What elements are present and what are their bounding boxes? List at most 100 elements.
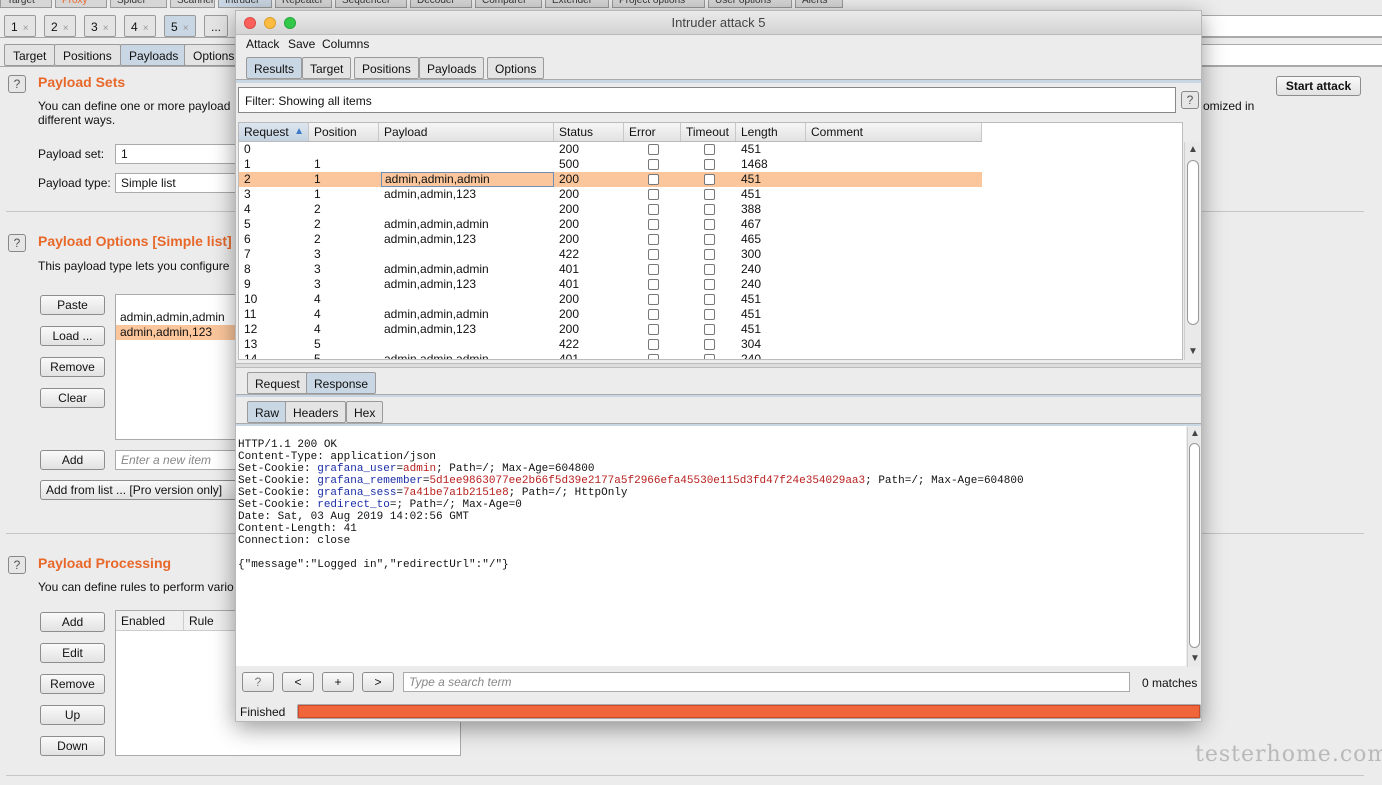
tab-positions[interactable]: Positions (354, 57, 419, 79)
paste-button[interactable]: Paste (40, 295, 105, 315)
search-previous-button[interactable]: < (282, 672, 314, 692)
tab-positions[interactable]: Positions (54, 44, 121, 66)
add-item-button[interactable]: Add (40, 450, 105, 470)
scroll-up-icon[interactable]: ▲ (1190, 428, 1200, 439)
error-checkbox[interactable] (648, 159, 659, 170)
tab-response[interactable]: Response (306, 372, 377, 394)
close-icon[interactable]: × (103, 23, 109, 34)
main-tab-intruder[interactable]: Intruder (218, 0, 272, 8)
error-checkbox[interactable] (648, 219, 659, 230)
main-tab-project-options[interactable]: Project options (612, 0, 705, 8)
error-checkbox[interactable] (648, 204, 659, 215)
zoom-window-icon[interactable] (284, 17, 296, 29)
timeout-checkbox[interactable] (704, 189, 715, 200)
processing-edit-button[interactable]: Edit (40, 643, 105, 663)
menu-save[interactable]: Save (288, 37, 315, 51)
processing-down-button[interactable]: Down (40, 736, 105, 756)
table-row[interactable]: 12 4 admin,admin,123 200 451 (239, 322, 982, 337)
timeout-checkbox[interactable] (704, 354, 715, 359)
error-checkbox[interactable] (648, 174, 659, 185)
table-row[interactable]: 2 1 admin,admin,admin 200 451 (239, 172, 982, 187)
menu-attack[interactable]: Attack (246, 37, 279, 51)
error-checkbox[interactable] (648, 264, 659, 275)
payload-set-select[interactable]: 1 (115, 144, 240, 164)
scroll-up-icon[interactable]: ▲ (1188, 144, 1198, 155)
main-tab-target[interactable]: Target (0, 0, 52, 8)
timeout-checkbox[interactable] (704, 324, 715, 335)
error-checkbox[interactable] (648, 279, 659, 290)
attack-tab-6[interactable]: ... (204, 15, 229, 37)
error-checkbox[interactable] (648, 339, 659, 350)
table-row[interactable]: 5 2 admin,admin,admin 200 467 (239, 217, 982, 232)
tab-payloads[interactable]: Payloads (120, 44, 188, 66)
timeout-checkbox[interactable] (704, 219, 715, 230)
processing-up-button[interactable]: Up (40, 705, 105, 725)
results-scroll-thumb[interactable] (1187, 160, 1199, 325)
table-row[interactable]: 9 3 admin,admin,123 401 240 (239, 277, 982, 292)
column-header-error[interactable]: Error (624, 123, 681, 141)
close-icon[interactable]: × (143, 23, 149, 34)
column-header-length[interactable]: Length (736, 123, 806, 141)
timeout-checkbox[interactable] (704, 279, 715, 290)
menu-columns[interactable]: Columns (322, 37, 369, 51)
tab-options[interactable]: Options (487, 57, 545, 79)
payload-type-select[interactable]: Simple list (115, 173, 240, 193)
main-tab-alerts[interactable]: Alerts (795, 0, 843, 8)
tab-target[interactable]: Target (4, 44, 56, 66)
main-tab-spider[interactable]: Spider (110, 0, 167, 8)
payload-list[interactable]: admin,admin,admin admin,admin,123 (115, 294, 240, 440)
table-row[interactable]: 7 3 422 300 (239, 247, 982, 262)
main-tab-scanner[interactable]: Scanner (170, 0, 215, 8)
clear-button[interactable]: Clear (40, 388, 105, 408)
tab-results[interactable]: Results (246, 57, 303, 79)
timeout-checkbox[interactable] (704, 264, 715, 275)
payload-sets-help-icon[interactable]: ? (8, 75, 26, 93)
processing-add-button[interactable]: Add (40, 612, 105, 632)
close-icon[interactable]: × (183, 23, 189, 34)
main-tab-sequencer[interactable]: Sequencer (335, 0, 407, 8)
attack-tab-3[interactable]: 3 × (84, 15, 116, 37)
column-header-timeout[interactable]: Timeout (681, 123, 736, 141)
error-checkbox[interactable] (648, 144, 659, 155)
remove-button[interactable]: Remove (40, 357, 105, 377)
timeout-checkbox[interactable] (704, 159, 715, 170)
main-tab-extender[interactable]: Extender (545, 0, 609, 8)
start-attack-button[interactable]: Start attack (1276, 76, 1361, 96)
payload-processing-help-icon[interactable]: ? (8, 556, 26, 574)
column-header-request[interactable]: Request ▲ (239, 123, 309, 141)
main-tab-comparer[interactable]: Comparer (475, 0, 542, 8)
main-tab-proxy[interactable]: Proxy (55, 0, 107, 8)
table-row[interactable]: 4 2 200 388 (239, 202, 982, 217)
table-row[interactable]: 10 4 200 451 (239, 292, 982, 307)
search-add-button[interactable]: + (322, 672, 354, 692)
main-tab-repeater[interactable]: Repeater (275, 0, 332, 8)
timeout-checkbox[interactable] (704, 339, 715, 350)
response-scroll-thumb[interactable] (1189, 443, 1200, 648)
results-table[interactable]: Request ▲ Position Payload Status Error Timeou… (238, 122, 1183, 360)
scroll-down-icon[interactable]: ▼ (1190, 653, 1200, 664)
table-row[interactable]: 13 5 422 304 (239, 337, 982, 352)
results-filter-bar[interactable]: Filter: Showing all items (238, 87, 1176, 113)
error-checkbox[interactable] (648, 234, 659, 245)
timeout-checkbox[interactable] (704, 174, 715, 185)
load-button[interactable]: Load ... (40, 326, 105, 346)
error-checkbox[interactable] (648, 249, 659, 260)
timeout-checkbox[interactable] (704, 309, 715, 320)
error-checkbox[interactable] (648, 324, 659, 335)
list-item[interactable]: admin,admin,123 (116, 325, 239, 340)
new-item-input[interactable]: Enter a new item (115, 450, 240, 470)
timeout-checkbox[interactable] (704, 294, 715, 305)
attack-tab-5[interactable]: 5 × (164, 15, 196, 37)
add-from-list-button[interactable]: Add from list ... [Pro version only] (40, 480, 240, 500)
attack-tab-2[interactable]: 2 × (44, 15, 76, 37)
split-pane-divider[interactable] (236, 363, 1201, 368)
column-header-comment[interactable]: Comment (806, 123, 982, 141)
table-row[interactable]: 1 1 500 1468 (239, 157, 982, 172)
search-input[interactable]: Type a search term (403, 672, 1130, 692)
close-window-icon[interactable] (244, 17, 256, 29)
processing-remove-button[interactable]: Remove (40, 674, 105, 694)
table-row[interactable]: 8 3 admin,admin,admin 401 240 (239, 262, 982, 277)
response-scrollbar[interactable]: ▲ ▼ (1187, 427, 1200, 667)
column-header-position[interactable]: Position (309, 123, 379, 141)
error-checkbox[interactable] (648, 294, 659, 305)
